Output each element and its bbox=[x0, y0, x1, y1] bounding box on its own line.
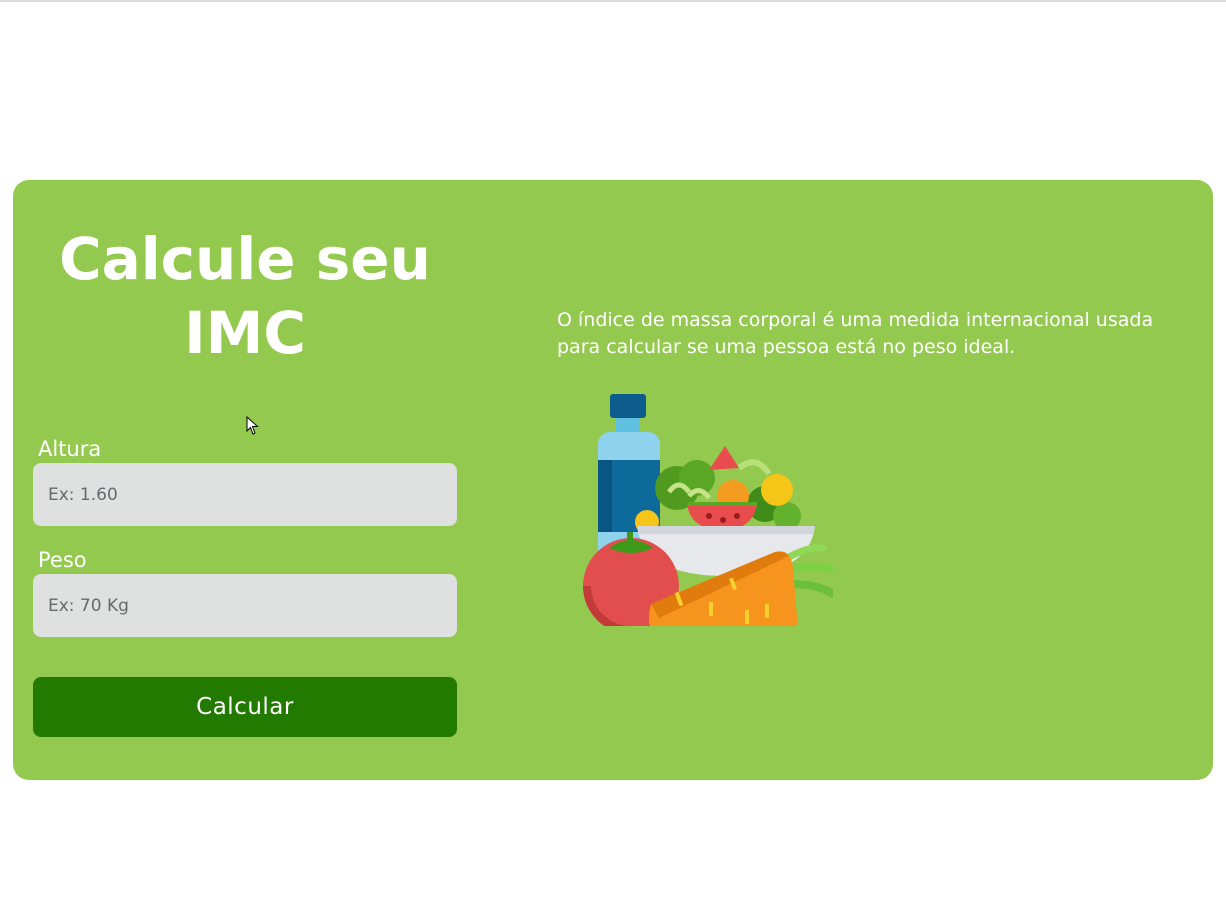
height-input[interactable] bbox=[33, 463, 457, 526]
imc-description: O índice de massa corporal é uma medida … bbox=[557, 309, 1154, 358]
imc-card: Calcule seu IMC Altura Peso Calcular O í… bbox=[13, 180, 1213, 780]
weight-label: Peso bbox=[38, 548, 87, 572]
calculate-button[interactable]: Calcular bbox=[33, 677, 457, 737]
top-divider bbox=[0, 0, 1226, 2]
weight-input[interactable] bbox=[33, 574, 457, 637]
mouse-cursor-icon bbox=[246, 416, 259, 435]
height-label: Altura bbox=[38, 437, 102, 461]
healthy-food-icon bbox=[583, 394, 833, 626]
page-title: Calcule seu IMC bbox=[59, 225, 431, 367]
